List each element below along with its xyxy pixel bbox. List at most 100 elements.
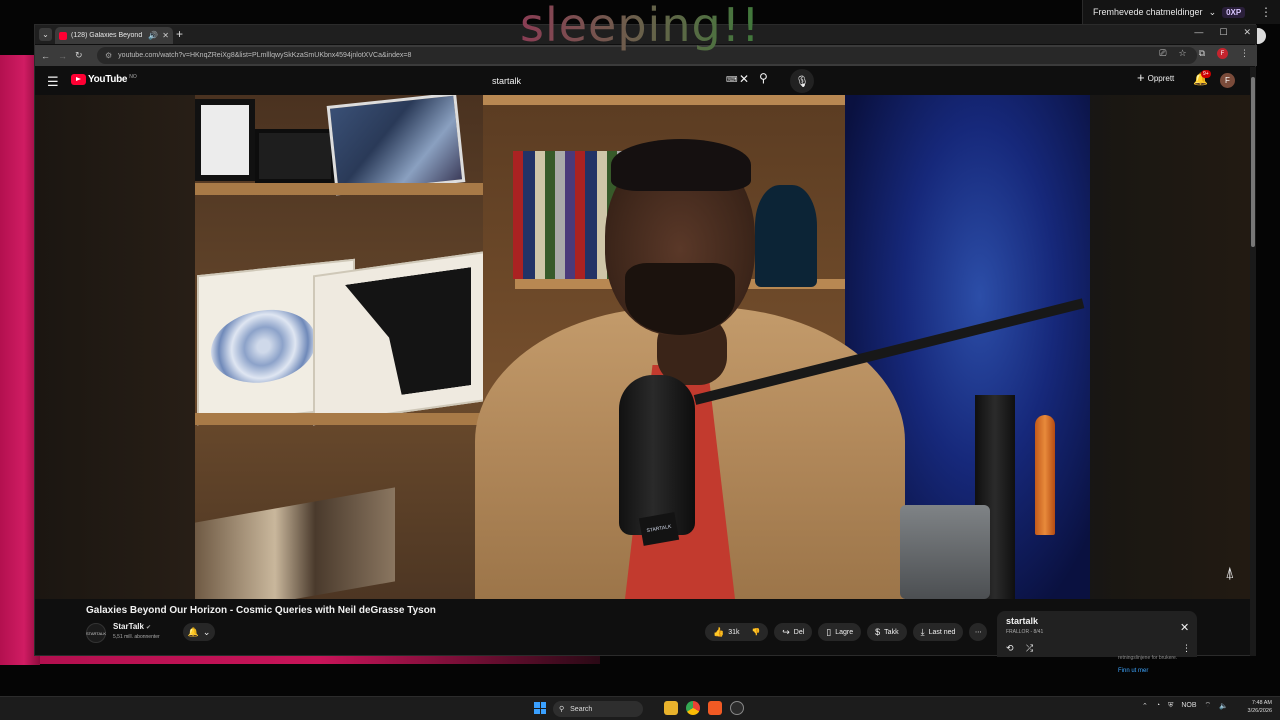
playlist-progress: FRALLOR - 8/41 [1006,629,1044,635]
account-avatar[interactable]: F [1220,73,1235,88]
background-window-text: retningslinjene for brukere. [1118,655,1178,661]
host-hair [611,139,751,191]
channel-name[interactable]: StarTalk ✔ [113,622,151,631]
refresh-app-icon[interactable] [730,701,744,715]
file-explorer-icon[interactable] [664,701,678,715]
host-beard [625,263,735,335]
chevron-down-icon: ⌄ [202,626,211,637]
tab-search-button[interactable]: ⌄ [39,28,52,41]
search-input[interactable]: startalk [480,69,758,93]
subscribed-bell-button[interactable]: 🔔 ⌄ [183,623,215,641]
create-button[interactable]: + Opprett [1137,71,1175,84]
download-button[interactable]: ⤓ Last ned [912,623,964,641]
thumbs-down-icon[interactable]: 👎 [752,628,761,636]
display-book-right [313,250,489,426]
download-label: Last ned [928,628,956,636]
system-tray: ⌃ ◔ ⛨ NOB ⌔ 🔈 [1142,701,1228,710]
chrome-icon[interactable] [686,701,700,715]
audio-icon[interactable]: 🔊 [148,31,158,40]
thumbs-up-icon: 👍 [713,626,725,637]
shelf-board [195,413,495,425]
more-menu-icon[interactable]: ⋮ [1260,5,1272,19]
clear-search-icon[interactable]: ✕ [739,72,749,86]
network-icon[interactable]: ◔ [1156,702,1160,709]
tray-overflow-icon[interactable]: ⌃ [1142,702,1148,710]
framed-poster [326,95,466,196]
taskbar-clock[interactable]: 7:48 AM 3/26/2026 [1242,699,1272,715]
wifi-icon[interactable]: ⌔ [1205,701,1212,710]
reload-button[interactable]: ↻ [75,50,83,61]
notification-count-badge: 9+ [1201,70,1211,78]
back-button[interactable]: ← [41,51,50,61]
bookmark-icon: ▯ [826,626,832,637]
shuffle-icon[interactable]: ⤮ [1026,643,1033,654]
taskbar-search[interactable]: ⚲ Search [553,701,643,717]
more-actions-button[interactable]: ⋯ [969,623,988,641]
playlist-title[interactable]: startalk [1006,616,1038,626]
scrollbar-thumb[interactable] [1251,77,1255,247]
region-code: NO [129,73,137,80]
thanks-icon: $ [875,627,881,637]
taskbar: ⚲ Search ⌃ ◔ ⛨ NOB ⌔ 🔈 7:48 AM 3/26/2026 [0,696,1280,720]
like-count: 31k [728,628,740,636]
chat-widget-label: Fremhevede chatmeldinger [1093,7,1203,17]
forward-button[interactable]: → [58,51,67,61]
like-button[interactable]: 👍 31k 👎 [705,623,769,641]
loop-icon[interactable]: ⟲ [1006,643,1014,654]
more-menu-icon[interactable]: ⋮ [1182,643,1191,654]
clock-date: 3/26/2026 [1247,708,1272,714]
search-icon[interactable]: ⚲ [759,71,768,85]
youtube-favicon-icon [59,31,67,40]
hamburger-menu-icon[interactable]: ☰ [47,74,59,90]
install-app-icon[interactable]: ⎚ [1159,48,1166,59]
new-tab-button[interactable]: + [176,27,183,41]
profile-avatar[interactable]: F [1217,48,1228,59]
pinned-apps [664,701,744,715]
featured-chat-widget[interactable]: Fremhevede chatmeldinger ⌄ 0XP ⋮ [1082,0,1280,24]
bookmark-star-icon[interactable]: ☆ [1178,48,1186,59]
thanks-button[interactable]: $ Takk [867,623,907,641]
channel-watermark-icon[interactable]: ⍋ [1225,565,1235,583]
page-scrollbar[interactable] [1250,67,1256,656]
close-icon[interactable]: ✕ [1180,621,1189,634]
minimize-button[interactable]: — [1194,27,1203,38]
shield-icon[interactable]: ⛨ [1168,702,1173,710]
close-window-button[interactable]: ✕ [1243,27,1251,38]
address-bar-url[interactable]: youtube.com/watch?v=HKnqZReiXg8&list=PLm… [118,52,411,59]
tab-close-icon[interactable]: ✕ [162,31,169,40]
extensions-icon[interactable]: ⧉ [1199,48,1205,59]
maximize-button[interactable]: ☐ [1219,27,1227,38]
search-icon: ⚲ [559,706,565,713]
brave-icon[interactable] [708,701,722,715]
tab-youtube[interactable]: (128) Galaxies Beyond Our 🔊 ✕ [55,27,173,44]
download-icon: ⤓ [920,626,925,637]
chevron-down-icon[interactable]: ⌄ [1209,7,1217,18]
bell-icon: 🔔 [187,626,199,637]
search-value[interactable]: startalk [492,76,521,86]
shelf-board [195,183,505,195]
taskbar-search-label: Search [570,705,593,713]
channel-name-text[interactable]: StarTalk [113,622,144,631]
windows-start-icon[interactable] [534,702,546,714]
video-player[interactable]: STARTALK ⍋ [35,95,1250,599]
video-frame[interactable]: STARTALK [195,95,1090,599]
language-indicator[interactable]: NOB [1181,702,1196,709]
youtube-wordmark: YouTube [88,74,128,85]
save-button[interactable]: ▯ Lagre [818,623,862,641]
keyboard-icon[interactable]: ⌨ [726,75,738,84]
youtube-logo[interactable]: YouTube NO [71,74,137,85]
background-window-link[interactable]: Finn ut mer [1118,668,1148,674]
volume-icon[interactable]: 🔈 [1219,702,1228,710]
desk-phone [900,505,990,599]
browser-menu-icon[interactable]: ⋮ [1240,48,1249,59]
share-button[interactable]: ↪ Del [774,623,813,641]
voice-search-mic-icon[interactable]: 🎙 [790,69,814,93]
channel-avatar[interactable]: STARTALK [86,623,106,643]
desktop: Fremhevede chatmeldinger ⌄ 0XP ⋮ ⌄ (128)… [0,0,1280,720]
create-label: Opprett [1147,73,1175,83]
thanks-label: Takk [884,628,899,636]
stream-overlay-text: sleeping!! [520,0,761,52]
dark-illustration [345,267,471,403]
video-title: Galaxies Beyond Our Horizon - Cosmic Que… [86,605,436,616]
site-info-icon[interactable]: ⚙ [105,51,112,60]
